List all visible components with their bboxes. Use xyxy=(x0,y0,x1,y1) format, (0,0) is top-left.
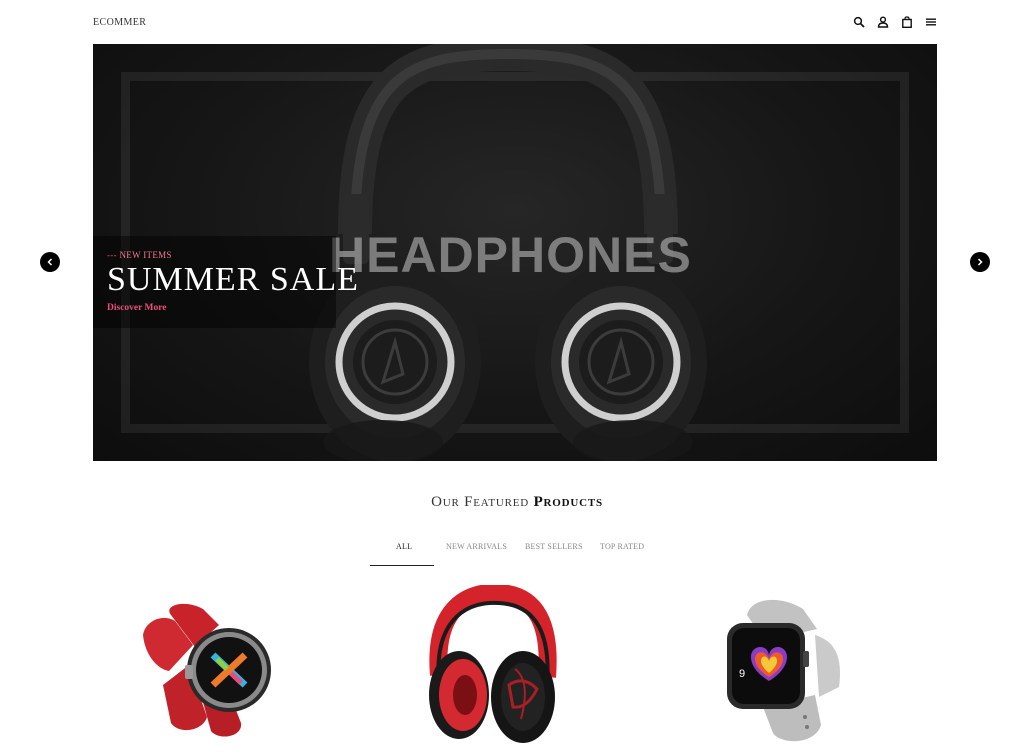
hero-kicker-label: NEW ITEMS xyxy=(119,250,172,260)
chevron-left-icon xyxy=(47,258,53,266)
product-card[interactable] xyxy=(123,585,283,754)
hero-banner: HEADPHONES --- NEW ITEMS SUMMER SALE Dis… xyxy=(93,44,937,461)
hero-kicker-prefix: --- xyxy=(107,250,117,260)
tab-new-arrivals[interactable]: NEW ARRIVALS xyxy=(446,542,507,551)
hero-background-word: HEADPHONES xyxy=(329,227,692,283)
tab-best-sellers[interactable]: BEST SELLERS xyxy=(525,542,583,551)
slider-next-button[interactable] xyxy=(970,252,990,272)
active-tab-indicator xyxy=(370,565,434,566)
discover-more-link[interactable]: Discover More xyxy=(107,303,167,313)
menu-icon[interactable] xyxy=(925,16,937,28)
red-headphones-image xyxy=(429,583,557,743)
product-card[interactable]: 9 xyxy=(707,585,867,754)
tab-top-rated[interactable]: TOP RATED xyxy=(600,542,644,551)
product-tabs: ALL NEW ARRIVALS BEST SELLERS TOP RATED xyxy=(0,542,1034,566)
chevron-right-icon xyxy=(977,258,983,266)
hero-caption: --- NEW ITEMS SUMMER SALE Discover More xyxy=(93,236,358,328)
featured-title-light: Our Featured xyxy=(431,494,529,510)
logo[interactable]: ECOMMER xyxy=(93,17,146,28)
product-card[interactable] xyxy=(411,583,571,754)
hero-kicker: --- NEW ITEMS xyxy=(107,250,172,260)
red-smartwatch-image xyxy=(143,603,271,737)
tab-all[interactable]: ALL xyxy=(396,542,412,551)
bag-icon[interactable] xyxy=(901,16,913,28)
featured-title-bold: Products xyxy=(533,494,603,510)
site-header: ECOMMER xyxy=(93,0,937,44)
grey-smartwatch-image: 9 xyxy=(727,599,840,742)
hero-title: SUMMER SALE xyxy=(107,261,359,298)
header-icons xyxy=(853,16,937,28)
svg-text:9: 9 xyxy=(739,668,745,680)
slider-prev-button[interactable] xyxy=(40,252,60,272)
featured-title: Our Featured Products xyxy=(0,494,1034,511)
user-icon[interactable] xyxy=(877,16,889,28)
search-icon[interactable] xyxy=(853,16,865,28)
